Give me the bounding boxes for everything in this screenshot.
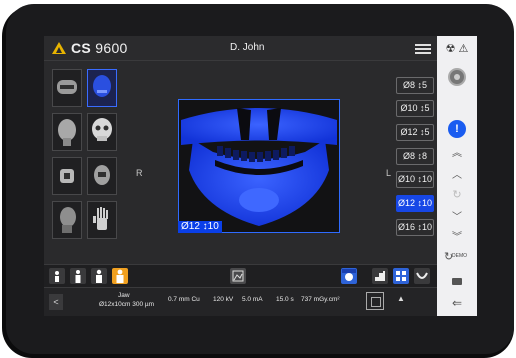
thumb-hand[interactable] [87, 201, 117, 239]
thumb-sinus[interactable] [87, 157, 117, 195]
scout-view-icon[interactable] [366, 292, 384, 310]
size-button-12x5[interactable]: Ø12 ↕5 [396, 124, 434, 141]
power-knob-icon[interactable] [448, 68, 466, 86]
chevron-up-icon[interactable]: ︿ [437, 166, 477, 181]
info-bar: < Jaw Ø12x10cm 300 µm 0.7 mm Cu 120 kV 5… [44, 287, 437, 316]
chevron-down-icon[interactable]: ﹀ [437, 208, 477, 223]
chevron-double-down-icon[interactable]: ︾ [437, 228, 477, 243]
region-label: Jaw [118, 292, 130, 299]
brand-logo-icon [52, 42, 66, 54]
hamburger-menu-icon[interactable] [415, 44, 431, 54]
csmar-icon[interactable] [341, 268, 357, 284]
size-button-8x8[interactable]: Ø8 ↕8 [396, 148, 434, 165]
ceph-lateral-icon [60, 207, 76, 233]
resolution-icon[interactable] [372, 268, 388, 284]
jaw-xray-image [179, 100, 339, 232]
side-label-left: L [386, 168, 392, 178]
thumb-tmj[interactable] [52, 157, 82, 195]
chevron-double-up-icon[interactable]: ︽ [437, 144, 477, 159]
reset-icon[interactable]: ↻ [437, 188, 477, 201]
side-label-right: R [136, 168, 143, 178]
dental-arch-icon [57, 80, 77, 94]
filter-value: 0.7 mm Cu [168, 296, 200, 303]
patient-size-l-icon[interactable] [91, 268, 107, 284]
size-button-10x10[interactable]: Ø10 ↕10 [396, 171, 434, 188]
skull-frontal-icon [92, 118, 112, 141]
jaw-icon [93, 75, 111, 97]
brand-name: CS 9600 [71, 40, 128, 56]
patient-size-m-icon[interactable] [70, 268, 86, 284]
sinus-icon [94, 165, 110, 185]
expand-up-icon[interactable]: ▲ [397, 294, 405, 303]
tmj-icon [60, 169, 74, 183]
patient-size-xl-icon[interactable] [112, 268, 128, 284]
grid-icon[interactable] [393, 268, 409, 284]
right-control-panel: ☢ ⚠ ! ︽ ︿ ↻ ﹀ ︾ ↻ DEMO ⇐ [437, 36, 477, 316]
back-button[interactable]: < [49, 294, 63, 310]
demo-label: DEMO [452, 253, 467, 259]
demo-button[interactable]: ↻ DEMO [444, 250, 469, 264]
acquisition-toolbar [44, 264, 437, 287]
volume-preview[interactable] [178, 99, 340, 233]
app-screen: CS 9600 D. John R L Ø12 ↕10 Ø8 ↕5 Ø10 ↕5… [44, 36, 477, 316]
camera-icon[interactable] [452, 278, 462, 285]
size-button-12x10[interactable]: Ø12 ↕10 [396, 195, 434, 212]
patient-name: D. John [230, 42, 265, 53]
header-bar: CS 9600 D. John [44, 36, 437, 61]
image-size-label: Ø12 ↕10 [178, 221, 222, 233]
time-value: 15.0 s [276, 296, 294, 303]
fov-value: Ø12x10cm 300 µm [99, 301, 155, 308]
thumb-skull-lateral[interactable] [52, 113, 82, 151]
alert-icon[interactable]: ! [448, 120, 466, 138]
dose-value: 737 mGy.cm² [301, 296, 340, 303]
exam-type-icon[interactable] [230, 268, 246, 284]
hand-icon [93, 207, 108, 230]
thumb-ceph-lateral[interactable] [52, 201, 82, 239]
jaw-profile-icon[interactable] [414, 268, 430, 284]
kv-value: 120 kV [213, 296, 234, 303]
size-button-16x10[interactable]: Ø16 ↕10 [396, 219, 434, 236]
thumb-dental-arch[interactable] [52, 69, 82, 107]
patient-size-s-icon[interactable] [49, 268, 65, 284]
thumb-jaw-selected[interactable] [87, 69, 117, 107]
ma-value: 5.0 mA [242, 296, 263, 303]
skull-lateral-icon [58, 119, 76, 146]
thumb-skull-frontal[interactable] [87, 113, 117, 151]
exit-icon[interactable]: ⇐ [437, 296, 477, 310]
size-button-8x5[interactable]: Ø8 ↕5 [396, 77, 434, 94]
size-button-10x5[interactable]: Ø10 ↕5 [396, 100, 434, 117]
radiation-warning-icon: ☢ ⚠ [445, 43, 469, 55]
